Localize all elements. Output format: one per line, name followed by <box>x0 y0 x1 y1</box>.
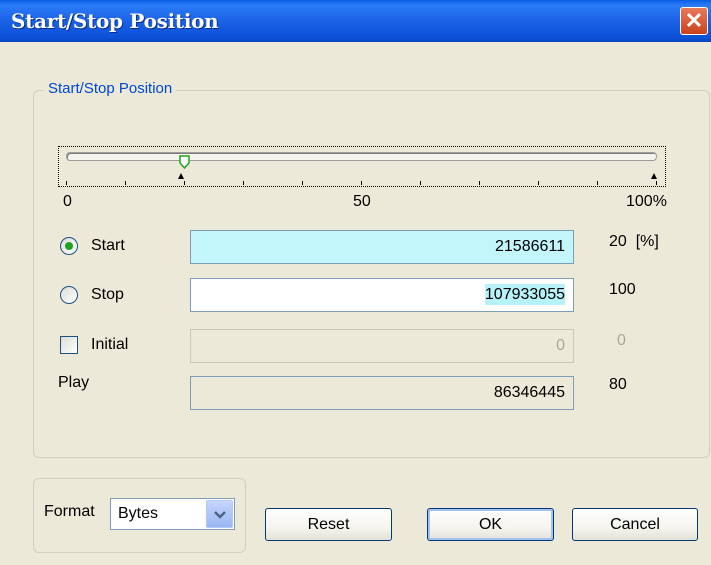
percent-unit: [%] <box>635 233 659 250</box>
initial-field: 0 <box>190 329 574 363</box>
stop-radio[interactable] <box>60 286 78 304</box>
start-marker <box>177 173 184 179</box>
slider-tick <box>125 181 126 185</box>
dialog-window: Start/Stop Position ✕ Start/Stop Positio… <box>0 0 711 565</box>
stop-field-value: 107933055 <box>484 284 565 305</box>
slider-tick <box>66 181 67 185</box>
scale-label-mid: 50 <box>353 193 371 210</box>
slider-tick <box>302 181 303 185</box>
initial-percent: 0 <box>617 332 626 349</box>
start-radio[interactable] <box>60 237 78 255</box>
initial-label: Initial <box>91 336 129 353</box>
slider-tick <box>243 181 244 185</box>
slider-tick <box>479 181 480 185</box>
scale-label-max: 100% <box>626 193 667 210</box>
slider-thumb[interactable] <box>179 155 191 169</box>
radio-selected-dot <box>65 242 73 250</box>
slider-tick <box>361 181 362 185</box>
slider-tick <box>420 181 421 185</box>
title-bar[interactable]: Start/Stop Position ✕ <box>0 0 711 42</box>
format-dropdown-button[interactable] <box>206 500 233 528</box>
chevron-down-icon <box>214 511 226 519</box>
format-select-value: Bytes <box>118 505 159 522</box>
group-label: Start/Stop Position <box>44 80 177 97</box>
slider-tick <box>656 181 657 185</box>
play-percent: 80 <box>609 376 627 393</box>
start-label: Start <box>91 237 125 254</box>
initial-checkbox[interactable] <box>60 336 78 354</box>
stop-field[interactable]: 107933055 <box>190 278 574 312</box>
slider-tick <box>184 181 185 185</box>
close-button[interactable]: ✕ <box>680 7 708 35</box>
start-field[interactable]: 21586611 <box>190 230 574 264</box>
play-field: 86346445 <box>190 376 574 410</box>
slider-tick <box>597 181 598 185</box>
slider-tick <box>538 181 539 185</box>
close-icon: ✕ <box>684 8 704 33</box>
cancel-button[interactable]: Cancel <box>572 508 698 541</box>
format-label: Format <box>44 503 95 520</box>
stop-label: Stop <box>91 286 124 303</box>
play-label: Play <box>58 374 90 391</box>
reset-button[interactable]: Reset <box>265 508 392 541</box>
stop-marker <box>651 173 657 179</box>
window-title: Start/Stop Position <box>11 9 219 33</box>
ok-button[interactable]: OK <box>427 508 554 541</box>
format-select[interactable]: Bytes <box>110 498 235 530</box>
start-percent: 20 [%] <box>609 233 659 250</box>
stop-percent: 100 <box>609 281 636 298</box>
scale-label-min: 0 <box>63 193 72 210</box>
slider-track <box>66 152 657 161</box>
